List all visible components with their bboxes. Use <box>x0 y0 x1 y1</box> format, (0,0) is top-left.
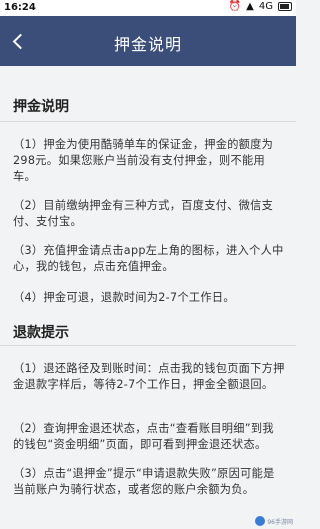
refund-divider <box>0 345 296 346</box>
network-label: 4G <box>258 1 273 12</box>
deposit-item-4: （4）押金可退，退款时间为2-7个工作日。 <box>13 291 235 304</box>
page-title: 押金说明 <box>113 35 182 54</box>
watermark: 96手游网 <box>255 516 293 526</box>
refund-item-3: （3）点击“退押金”提示“申请退款失败”原因可能是当前账户为骑行状态，或者您的账… <box>13 467 275 496</box>
alarm-icon: ⏰ <box>228 1 242 12</box>
refund-item-1: （1）退还路径及到账时间：点击我的钱包页面下方押金退款字样后，等待2-7个工作日… <box>13 362 285 391</box>
battery-icon <box>278 2 292 11</box>
deposit-item-1: （1）押金为使用酷骑单车的保证金，押金的额度为298元。如果您账户当前没有支付押… <box>13 138 274 183</box>
refund-section-title: 退款提示 <box>13 325 69 341</box>
deposit-section-title: 押金说明 <box>13 99 69 115</box>
status-bar: 16:24 ⏰ ▲ 4G <box>0 0 296 16</box>
status-time: 16:24 <box>4 2 36 13</box>
signal-icon: ▲ <box>246 1 254 12</box>
deposit-item-3: （3）充值押金请点击app左上角的图标，进入个人中心，我的钱包，点击充值押金。 <box>13 244 284 273</box>
nav-bar: 押金说明 <box>0 16 296 66</box>
deposit-divider <box>0 121 296 122</box>
watermark-text: 96手游网 <box>267 518 293 526</box>
watermark-logo-icon <box>255 516 266 526</box>
status-icons: ⏰ ▲ 4G <box>229 1 292 12</box>
refund-item-2: （2）查询押金退还状态，点击“查看账目明细”到我的钱包“资金明细”页面，即可看到… <box>13 422 274 451</box>
deposit-item-2: （2）目前缴纳押金有三种方式，百度支付、微信支付、支付宝。 <box>13 199 274 228</box>
